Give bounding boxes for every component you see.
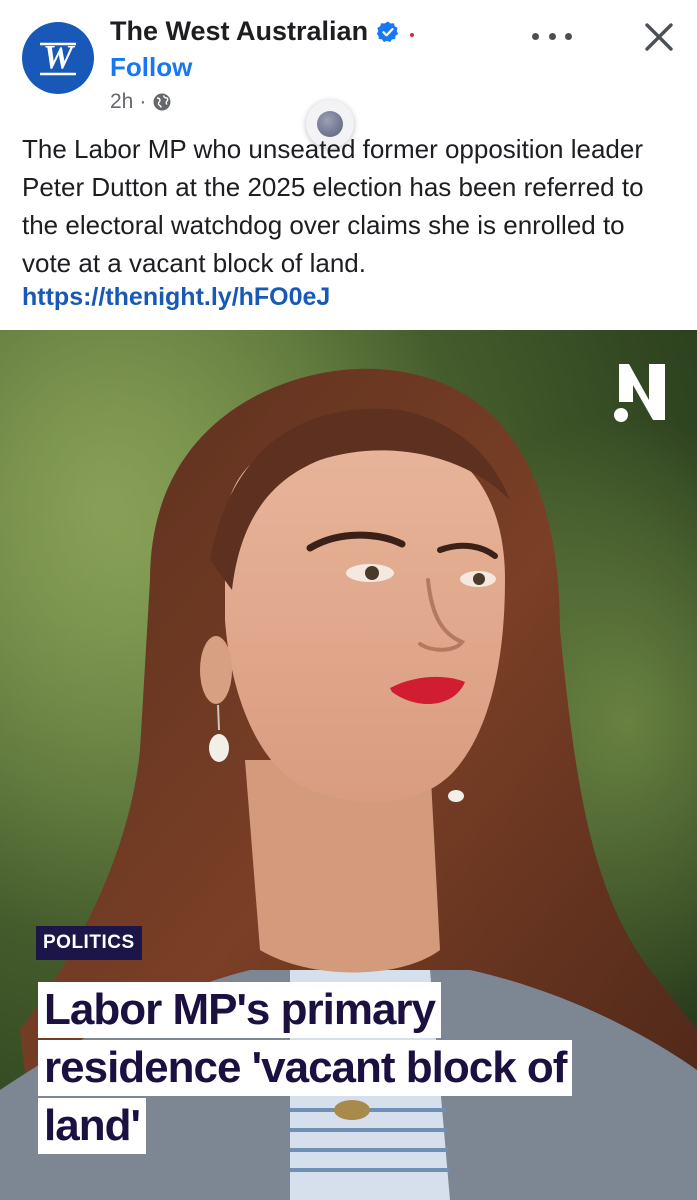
meta-separator: ·: [139, 90, 147, 113]
page-name-text[interactable]: The West Australian: [110, 16, 368, 47]
headline-line-1: Labor MP's primary: [38, 982, 442, 1038]
follow-button[interactable]: Follow: [110, 52, 192, 83]
post-caption: The Labor MP who unseated former opposit…: [22, 134, 644, 278]
headline-line-2: residence 'vacant block of: [38, 1040, 573, 1096]
more-options-icon[interactable]: [532, 26, 572, 46]
post-time[interactable]: 2h: [110, 90, 133, 114]
globe-icon: [153, 93, 171, 111]
article-headline: Labor MP's primary residence 'vacant blo…: [38, 982, 573, 1156]
article-preview[interactable]: POLITICS Labor MP's primary residence 'v…: [0, 330, 697, 1200]
category-tag: POLITICS: [36, 926, 142, 960]
headline-line-3: land': [38, 1098, 146, 1154]
west-australian-logo-icon: W: [40, 39, 76, 76]
brand-n-logo: [614, 364, 665, 422]
close-icon[interactable]: [640, 18, 678, 56]
page-avatar[interactable]: W: [22, 22, 94, 94]
page-name[interactable]: The West Australian: [110, 16, 415, 47]
post-meta: 2h ·: [110, 90, 172, 114]
verified-badge-icon: [376, 21, 399, 42]
post-link[interactable]: https://thenight.ly/hFO0eJ: [22, 283, 330, 312]
notification-dot: [410, 32, 415, 37]
